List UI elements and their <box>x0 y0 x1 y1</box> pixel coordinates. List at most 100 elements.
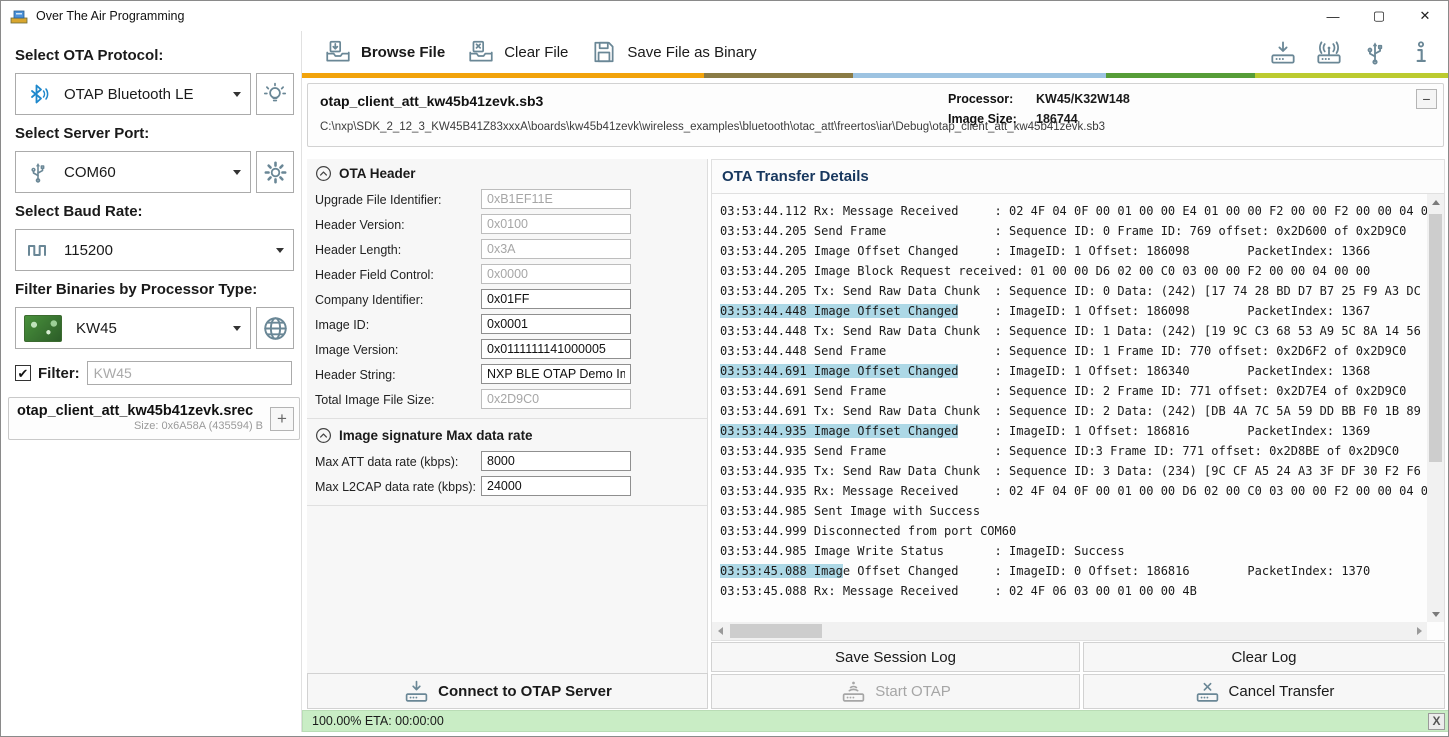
filter-label: Filter: <box>38 365 80 382</box>
company-identifier-input[interactable] <box>481 289 631 309</box>
horizontal-scroll-thumb[interactable] <box>730 624 822 638</box>
scroll-left-icon[interactable] <box>712 622 728 640</box>
connect-otap-server-label: Connect to OTAP Server <box>438 683 612 700</box>
horizontal-scrollbar[interactable] <box>712 622 1427 640</box>
max-att-rate-input[interactable] <box>481 451 631 471</box>
save-session-log-button[interactable]: Save Session Log <box>711 642 1080 672</box>
field-label: Total Image File Size: <box>315 393 435 407</box>
clear-file-button[interactable]: Clear File <box>467 39 568 65</box>
total-image-file-size-input <box>481 389 631 409</box>
field-label: Max ATT data rate (kbps): <box>315 455 458 469</box>
log-line: 03:53:44.691 Tx: Send Raw Data Chunk : S… <box>720 401 1427 421</box>
download-device-icon[interactable] <box>1268 39 1298 66</box>
minimize-button[interactable]: — <box>1310 1 1356 31</box>
progress-close-button[interactable]: X <box>1428 713 1445 730</box>
browse-file-icon <box>324 39 352 65</box>
transfer-panel: OTA Transfer Details 03:53:44.112 Rx: Me… <box>711 159 1445 641</box>
processor-filter-label: Filter Binaries by Processor Type: <box>15 281 301 298</box>
vertical-scrollbar[interactable] <box>1427 194 1444 622</box>
cancel-transfer-button[interactable]: Cancel Transfer <box>1083 674 1445 709</box>
header-string-input[interactable] <box>481 364 631 384</box>
chevron-up-circle-icon <box>315 165 332 182</box>
binary-file-name: otap_client_att_kw45b41zevk.srec <box>17 403 299 419</box>
scroll-down-icon[interactable] <box>1427 606 1444 622</box>
log-line: 03:53:44.691 Send Frame : Sequence ID: 2… <box>720 381 1427 401</box>
log-line: 03:53:44.985 Image Write Status : ImageI… <box>720 541 1427 561</box>
image-version-input[interactable] <box>481 339 631 359</box>
vertical-scroll-thumb[interactable] <box>1429 214 1442 462</box>
log-line: 03:53:44.935 Send Frame : Sequence ID:3 … <box>720 441 1427 461</box>
cancel-transfer-icon <box>1194 679 1221 704</box>
info-icon[interactable] <box>1406 39 1436 66</box>
max-l2cap-rate-input[interactable] <box>481 476 631 496</box>
log-line: 03:53:44.205 Send Frame : Sequence ID: 0… <box>720 221 1427 241</box>
usb-icon[interactable] <box>1360 39 1390 66</box>
processor-web-button[interactable] <box>256 307 294 349</box>
app-window: Over The Air Programming — ▢ ✕ Select OT… <box>0 0 1449 737</box>
start-otap-button: Start OTAP <box>711 674 1080 709</box>
log-line: 03:53:44.205 Image Offset Changed : Imag… <box>720 241 1427 261</box>
chevron-down-icon <box>233 326 241 331</box>
clear-log-label: Clear Log <box>1231 649 1296 666</box>
header-version-input <box>481 214 631 234</box>
baud-value: 115200 <box>64 242 113 259</box>
ota-header-section[interactable]: OTA Header <box>307 159 707 187</box>
field-label: Upgrade File Identifier: <box>315 193 441 207</box>
field-label: Image Version: <box>315 343 398 357</box>
globe-icon <box>261 314 290 343</box>
processor-board-image <box>24 315 62 342</box>
protocol-hint-button[interactable] <box>256 73 294 115</box>
collapse-file-info-button[interactable]: − <box>1416 89 1437 109</box>
processor-meta-label: Processor: <box>948 92 1036 106</box>
transfer-log[interactable]: 03:53:44.112 Rx: Message Received : 02 4… <box>712 194 1427 622</box>
start-otap-icon <box>840 679 867 704</box>
log-line: 03:53:45.088 Rx: Message Received : 02 4… <box>720 581 1427 601</box>
upgrade-file-identifier-input <box>481 189 631 209</box>
cancel-transfer-label: Cancel Transfer <box>1229 683 1335 700</box>
baud-dropdown[interactable]: 115200 <box>15 229 294 271</box>
toolbar: Browse File Clear File Save File as Bina… <box>302 31 1449 73</box>
add-file-button[interactable]: + <box>270 407 294 431</box>
save-session-log-label: Save Session Log <box>835 649 956 666</box>
app-icon <box>10 9 28 24</box>
field-label: Header Field Control: <box>315 268 434 282</box>
close-button[interactable]: ✕ <box>1402 1 1448 31</box>
binary-file-item[interactable]: otap_client_att_kw45b41zevk.srec Size: 0… <box>8 397 300 440</box>
log-line: 03:53:44.205 Tx: Send Raw Data Chunk : S… <box>720 281 1427 301</box>
progress-text: 100.00% ETA: 00:00:00 <box>312 714 444 728</box>
processor-value: KW45 <box>76 320 117 337</box>
image-id-input[interactable] <box>481 314 631 334</box>
connect-download-icon <box>403 679 430 704</box>
chevron-down-icon <box>276 248 284 253</box>
protocol-value: OTAP Bluetooth LE <box>64 86 194 103</box>
save-binary-button[interactable]: Save File as Binary <box>590 39 756 65</box>
scroll-up-icon[interactable] <box>1427 194 1444 210</box>
processor-meta-value: KW45/K32W148 <box>1036 92 1130 106</box>
port-value: COM60 <box>64 164 116 181</box>
wireless-device-icon[interactable] <box>1314 39 1344 66</box>
clear-file-label: Clear File <box>504 44 568 61</box>
port-settings-button[interactable] <box>256 151 294 193</box>
processor-dropdown[interactable]: KW45 <box>15 307 251 349</box>
header-field-control-input <box>481 264 631 284</box>
header-length-input <box>481 239 631 259</box>
filter-checkbox[interactable]: ✔ <box>15 365 31 381</box>
connect-otap-server-button[interactable]: Connect to OTAP Server <box>307 673 708 709</box>
browse-file-button[interactable]: Browse File <box>324 39 445 65</box>
signature-section[interactable]: Image signature Max data rate <box>307 421 707 449</box>
gear-icon <box>262 159 289 186</box>
lightbulb-icon <box>262 81 288 107</box>
log-line: 03:53:44.985 Sent Image with Success <box>720 501 1427 521</box>
field-label: Company Identifier: <box>315 293 423 307</box>
save-binary-label: Save File as Binary <box>627 44 756 61</box>
filter-input[interactable] <box>87 361 292 385</box>
params-panel: OTA Header Upgrade File Identifier: Head… <box>307 159 708 673</box>
clear-log-button[interactable]: Clear Log <box>1083 642 1445 672</box>
maximize-button[interactable]: ▢ <box>1356 1 1402 31</box>
log-line: 03:53:44.448 Tx: Send Raw Data Chunk : S… <box>720 321 1427 341</box>
port-dropdown[interactable]: COM60 <box>15 151 251 193</box>
field-label: Image ID: <box>315 318 369 332</box>
title-bar: Over The Air Programming — ▢ ✕ <box>1 1 1448 31</box>
scroll-right-icon[interactable] <box>1411 622 1427 640</box>
protocol-dropdown[interactable]: OTAP Bluetooth LE <box>15 73 251 115</box>
